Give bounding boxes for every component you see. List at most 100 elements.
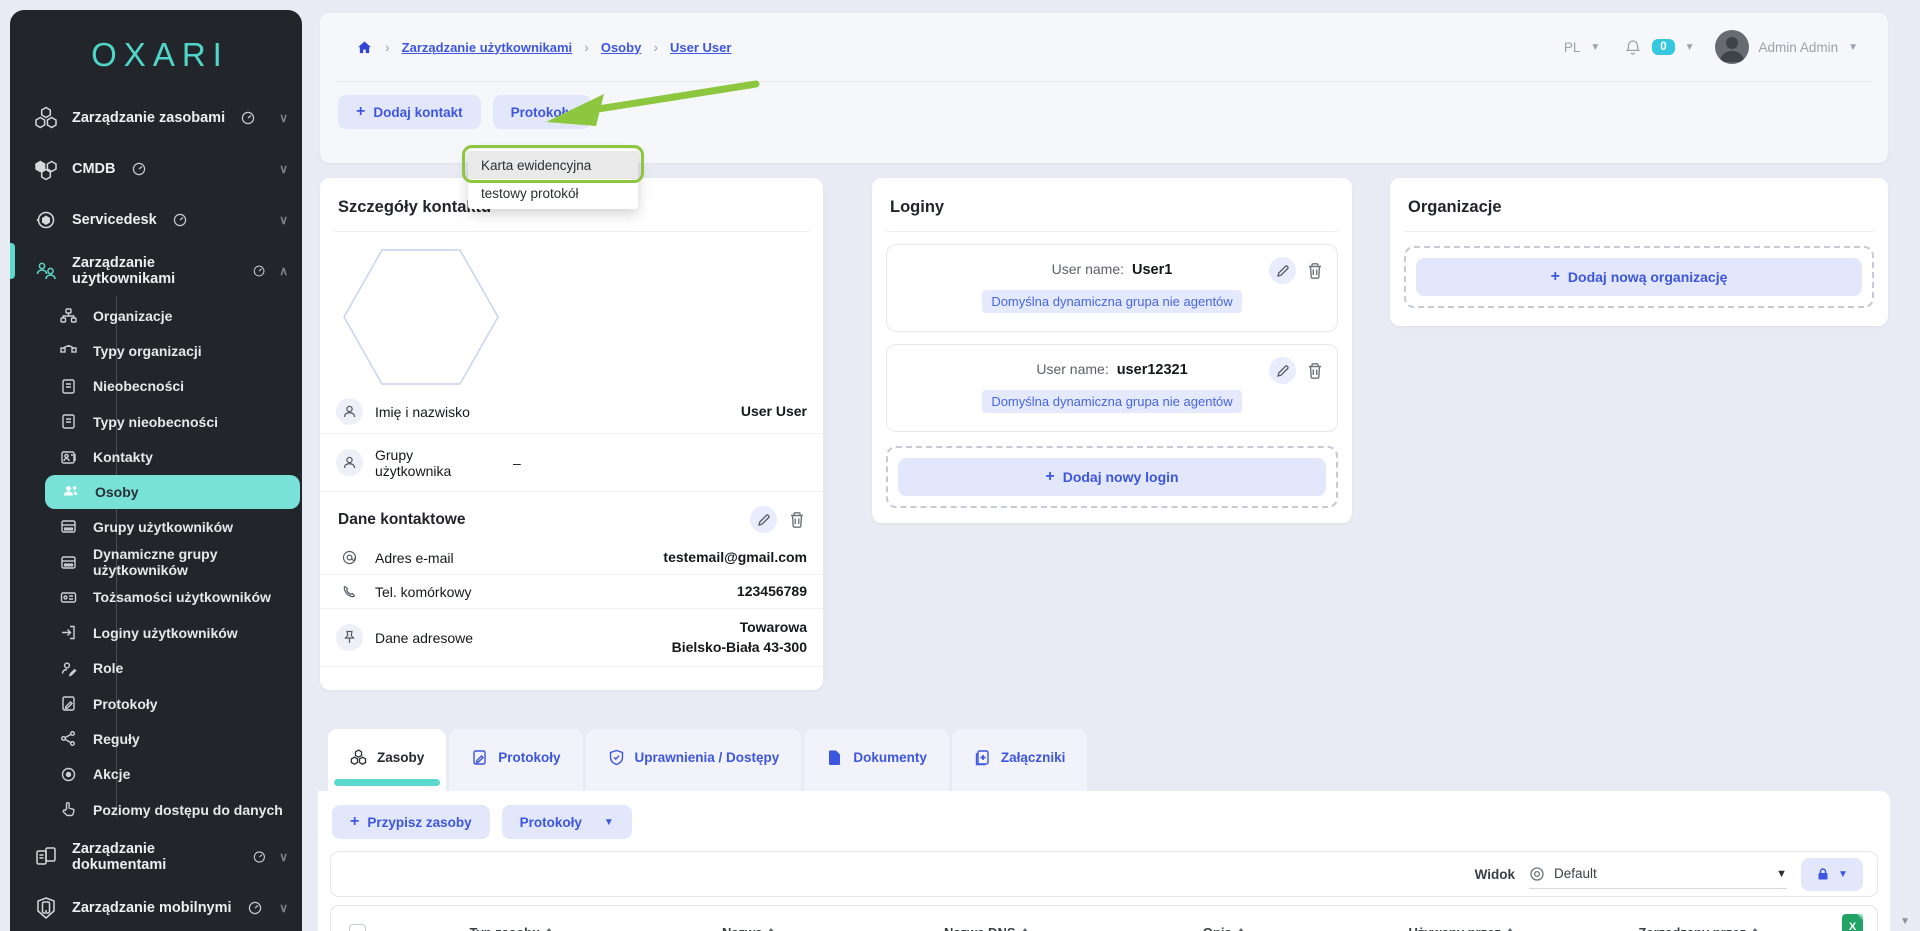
sidebar-item-label: Tożsamości użytkowników bbox=[93, 589, 271, 605]
breadcrumb-separator: › bbox=[385, 39, 390, 55]
sidebar-item-poziomy-dostepu[interactable]: Poziomy dostępu do danych bbox=[10, 792, 302, 827]
sidebar-item-label: Organizacje bbox=[93, 308, 172, 324]
menu-item-karta-ewidencyjna[interactable]: Karta ewidencyjna bbox=[468, 151, 638, 179]
gauge-icon bbox=[248, 901, 262, 915]
edit-login-button[interactable] bbox=[1269, 257, 1296, 284]
sidebar-item-osoby[interactable]: Osoby bbox=[45, 475, 300, 509]
sidebar-item-label: Loginy użytkowników bbox=[93, 625, 238, 641]
sidebar-item-role[interactable]: Role bbox=[10, 651, 302, 686]
resources-tab-content: + Przypisz zasoby Protokoły ▼ Widok Defa… bbox=[318, 791, 1890, 931]
tab-zasoby[interactable]: Zasoby bbox=[328, 729, 446, 791]
home-icon[interactable] bbox=[356, 39, 373, 56]
column-header-uzywany-przez[interactable]: Używany przez bbox=[1342, 925, 1580, 931]
column-header-opis[interactable]: Opis bbox=[1105, 925, 1343, 931]
sidebar-item-zarzadzanie-dokumentami[interactable]: Zarządzanie dokumentami ∨ bbox=[10, 831, 302, 882]
sidebar-item-grupy-uzytkownikow[interactable]: Grupy użytkowników bbox=[10, 509, 302, 544]
user-group-box-icon bbox=[60, 554, 77, 571]
phone-icon bbox=[336, 578, 363, 605]
contact-row-name: Imię i nazwisko User User bbox=[320, 390, 823, 434]
column-label: Zarządzany przez bbox=[1638, 925, 1746, 931]
tab-dokumenty[interactable]: Dokumenty bbox=[804, 729, 949, 791]
column-header-nazwa-dns[interactable]: Nazwa DNS bbox=[867, 925, 1105, 931]
delete-button[interactable] bbox=[787, 510, 807, 530]
document-icon bbox=[826, 749, 843, 766]
protocols-menu-button[interactable]: Protokoły bbox=[493, 95, 591, 129]
sidebar-item-zarzadzanie-uzytkownikami[interactable]: Zarządzanie użytkownikami ∧ bbox=[10, 245, 302, 296]
sidebar-item-zarzadzanie-mobilnymi[interactable]: Zarządzanie mobilnymi ∨ bbox=[10, 882, 302, 931]
sidebar-item-loginy[interactable]: Loginy użytkowników bbox=[10, 615, 302, 650]
tab-label: Zasoby bbox=[377, 750, 424, 765]
tab-label: Protokoły bbox=[498, 750, 560, 765]
list-icon bbox=[60, 413, 77, 430]
user-management-submenu: Organizacje Typy organizacji Nieobecnośc… bbox=[10, 296, 302, 831]
view-select[interactable]: Default ▼ bbox=[1529, 859, 1787, 889]
sidebar-item-cmdb[interactable]: CMDB ∨ bbox=[10, 143, 302, 194]
column-label: Typ zasobu bbox=[469, 925, 540, 931]
sidebar-item-organizacje[interactable]: Organizacje bbox=[10, 298, 302, 333]
people-icon bbox=[62, 483, 79, 500]
add-contact-button[interactable]: + Dodaj kontakt bbox=[338, 95, 481, 129]
add-login-label: Dodaj nowy login bbox=[1063, 469, 1179, 485]
sidebar-item-servicedesk[interactable]: Servicedesk ∨ bbox=[10, 194, 302, 245]
export-xls-icon[interactable]: X bbox=[1842, 914, 1863, 931]
column-header-nazwa[interactable]: Nazwa bbox=[630, 925, 868, 931]
user-avatar[interactable] bbox=[1715, 30, 1749, 64]
protocols-label: Protokoły bbox=[520, 815, 582, 830]
row-value: 123456789 bbox=[737, 582, 807, 602]
sidebar-item-typy-organizacji[interactable]: Typy organizacji bbox=[10, 333, 302, 368]
tab-zalaczniki[interactable]: Załączniki bbox=[952, 729, 1088, 791]
edit-login-button[interactable] bbox=[1269, 357, 1296, 384]
assign-resources-button[interactable]: + Przypisz zasoby bbox=[332, 805, 490, 839]
breadcrumb-link-current[interactable]: User User bbox=[670, 40, 731, 55]
sidebar-item-protokoly[interactable]: Protokoły bbox=[10, 686, 302, 721]
sidebar-item-dynamiczne-grupy[interactable]: Dynamiczne grupy użytkowników bbox=[10, 544, 302, 579]
breadcrumb: › Zarządzanie użytkownikami › Osoby › Us… bbox=[320, 13, 1888, 81]
contact-row-email: Adres e-mail testemail@gmail.com bbox=[320, 541, 823, 575]
plus-icon: + bbox=[1551, 269, 1560, 285]
sidebar-item-typy-nieobecnosci[interactable]: Typy nieobecności bbox=[10, 404, 302, 439]
add-login-button[interactable]: + Dodaj nowy login bbox=[898, 458, 1326, 496]
row-label: Tel. komórkowy bbox=[375, 584, 471, 600]
top-panel: › Zarządzanie użytkownikami › Osoby › Us… bbox=[320, 13, 1888, 163]
sidebar-item-reguly[interactable]: Reguły bbox=[10, 721, 302, 756]
gauge-icon bbox=[173, 213, 187, 227]
sidebar-item-zarzadzanie-zasobami[interactable]: Zarządzanie zasobami ∨ bbox=[10, 92, 302, 143]
menu-item-testowy-protokol[interactable]: testowy protokół bbox=[468, 179, 638, 207]
sidebar-item-akcje[interactable]: Akcje bbox=[10, 757, 302, 792]
edit-button[interactable] bbox=[750, 506, 777, 533]
protocols-dropdown-button[interactable]: Protokoły ▼ bbox=[502, 805, 632, 839]
sidebar-item-label: Zarządzanie dokumentami bbox=[72, 841, 237, 873]
sidebar-item-nieobecnosci[interactable]: Nieobecności bbox=[10, 369, 302, 404]
pencil-icon bbox=[1276, 364, 1290, 378]
view-eye-icon bbox=[1529, 866, 1545, 882]
tab-protokoly[interactable]: Protokoły bbox=[449, 729, 582, 791]
plus-icon: + bbox=[350, 814, 359, 830]
notification-bell-icon[interactable] bbox=[1624, 38, 1642, 56]
add-organization-button[interactable]: + Dodaj nową organizację bbox=[1416, 258, 1862, 296]
notification-count-badge[interactable]: 0 bbox=[1652, 39, 1674, 55]
breadcrumb-link-users[interactable]: Zarządzanie użytkownikami bbox=[402, 40, 573, 55]
sidebar-item-kontakty[interactable]: Kontakty bbox=[10, 440, 302, 475]
share-nodes-icon bbox=[60, 730, 77, 747]
sidebar-item-tozsamosci[interactable]: Tożsamości użytkowników bbox=[10, 580, 302, 615]
chevron-down-icon[interactable]: ▼ bbox=[1848, 42, 1858, 53]
select-all-checkbox[interactable] bbox=[349, 924, 366, 931]
language-selector[interactable]: PL bbox=[1564, 40, 1581, 55]
delete-login-button[interactable] bbox=[1305, 261, 1325, 281]
column-header-zarzadzany-przez[interactable]: Zarządzany przez bbox=[1580, 925, 1818, 931]
sidebar-item-label: Dynamiczne grupy użytkowników bbox=[93, 546, 302, 578]
lock-view-button[interactable]: ▼ bbox=[1801, 858, 1863, 891]
hexagon-avatar-icon bbox=[342, 248, 500, 386]
chevron-down-icon: ▼ bbox=[1776, 868, 1787, 880]
view-toolbar: Widok Default ▼ ▼ bbox=[330, 851, 1878, 897]
chevron-down-icon[interactable]: ▼ bbox=[1685, 42, 1695, 53]
delete-login-button[interactable] bbox=[1305, 361, 1325, 381]
mobile-shield-icon bbox=[34, 896, 58, 920]
tab-uprawnienia-dostepy[interactable]: Uprawnienia / Dostępy bbox=[586, 729, 802, 791]
user-name[interactable]: Admin Admin bbox=[1759, 40, 1839, 55]
column-label: Nazwa bbox=[722, 925, 762, 931]
sidebar-item-label: Protokoły bbox=[93, 696, 158, 712]
column-header-typ-zasobu[interactable]: Typ zasobu bbox=[392, 925, 630, 931]
breadcrumb-link-osoby[interactable]: Osoby bbox=[601, 40, 641, 55]
user-group-box-icon bbox=[60, 518, 77, 535]
